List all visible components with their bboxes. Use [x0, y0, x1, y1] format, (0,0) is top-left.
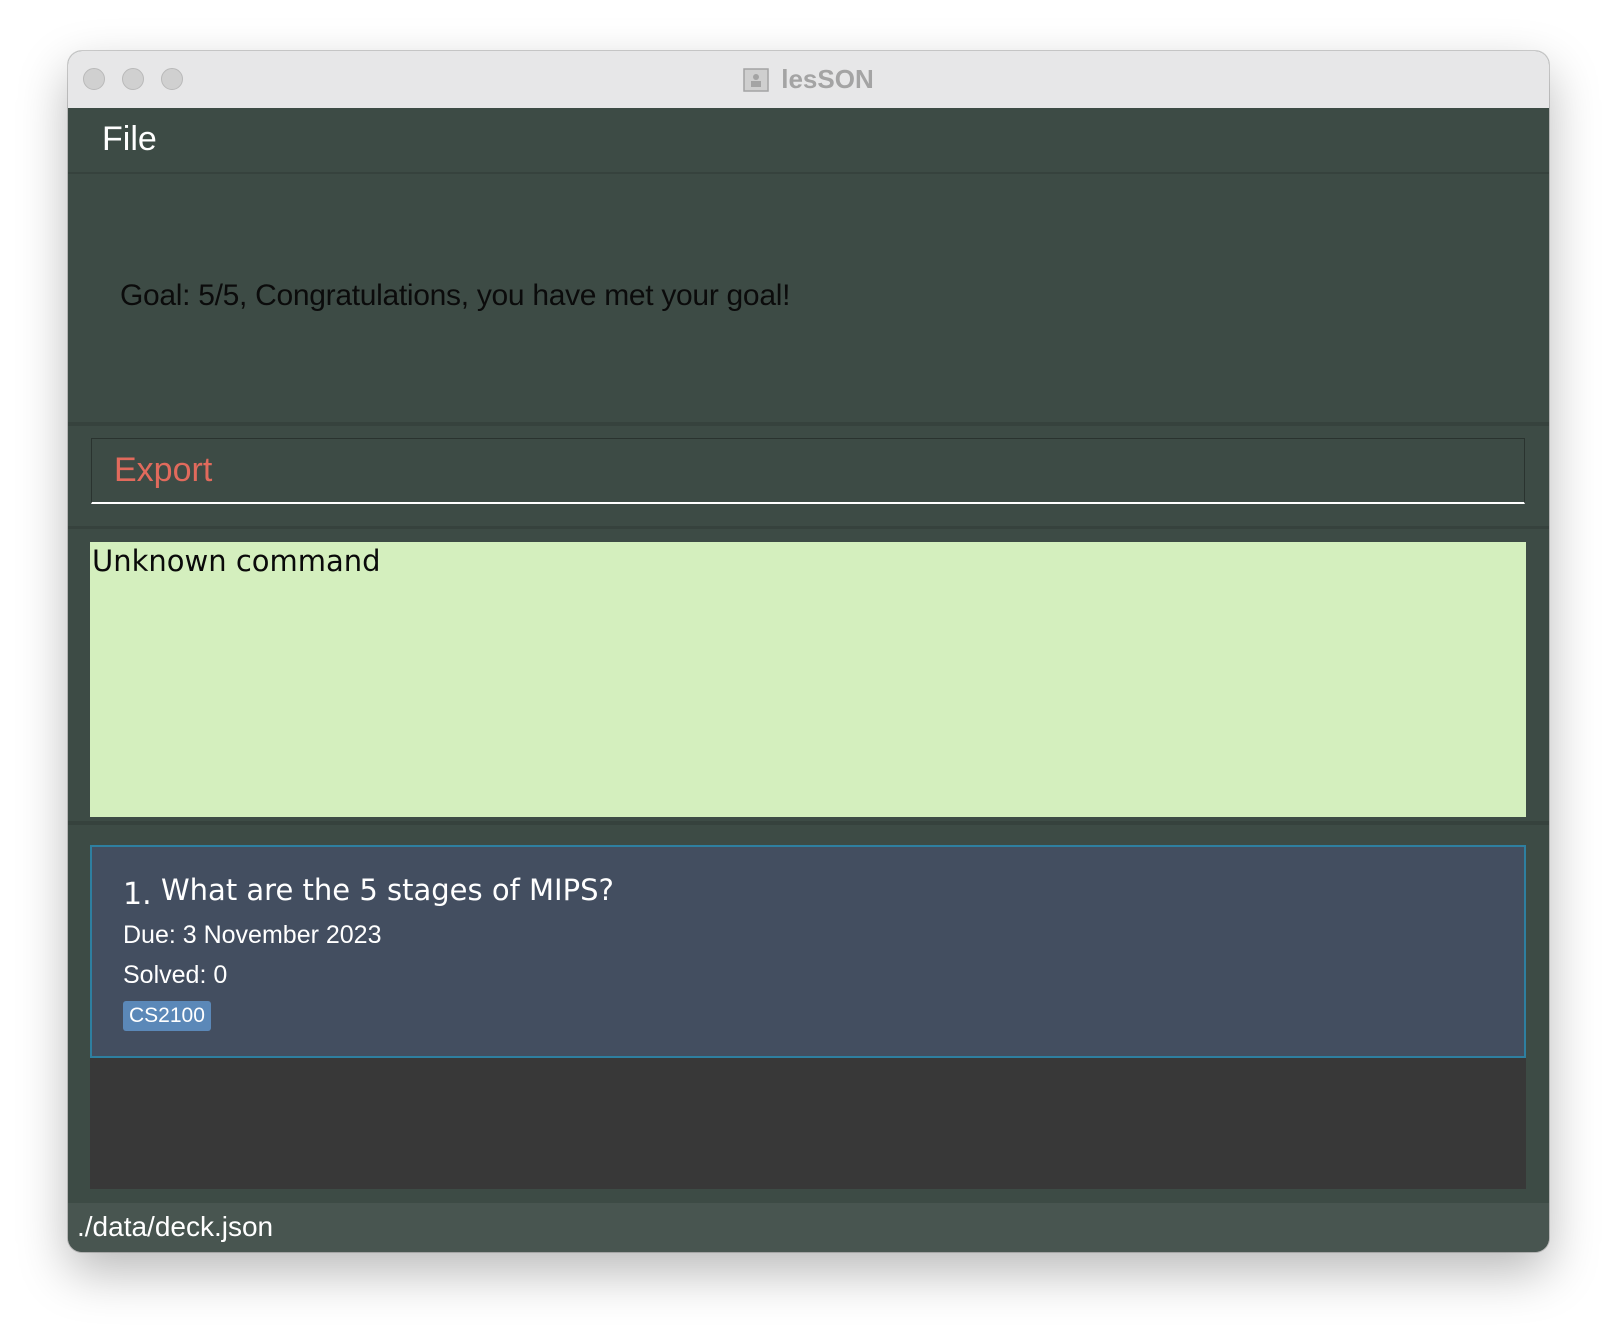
command-box	[91, 438, 1525, 504]
card-list[interactable]: 1. What are the 5 stages of MIPS? Due: 3…	[90, 845, 1526, 1189]
command-input[interactable]	[92, 439, 1524, 502]
card-question: What are the 5 stages of MIPS?	[161, 873, 614, 907]
card-solved-count: Solved: 0	[123, 961, 228, 989]
card-tag-badge: CS2100	[123, 1001, 211, 1031]
command-panel	[68, 426, 1549, 529]
card-index: 1.	[123, 877, 152, 912]
result-message: Unknown command	[92, 544, 381, 578]
title-bar: lesSON	[68, 51, 1549, 109]
card-due-date: Due: 3 November 2023	[123, 921, 382, 949]
goal-status-text: Goal: 5/5, Congratulations, you have met…	[120, 279, 791, 312]
app-document-icon	[743, 67, 769, 92]
menu-file[interactable]: File	[102, 120, 157, 159]
card-list-item[interactable]: 1. What are the 5 stages of MIPS? Due: 3…	[90, 845, 1526, 1058]
window-title-group: lesSON	[68, 51, 1549, 108]
result-panel: Unknown command	[68, 529, 1549, 825]
window-title: lesSON	[781, 64, 874, 94]
card-list-panel: 1. What are the 5 stages of MIPS? Due: 3…	[68, 825, 1549, 1203]
status-bar: ./data/deck.json	[68, 1203, 1549, 1252]
app-window: lesSON File Goal: 5/5, Congratulations, …	[68, 51, 1549, 1252]
data-file-path: ./data/deck.json	[77, 1211, 274, 1242]
menu-bar: File	[68, 108, 1549, 174]
goal-panel: Goal: 5/5, Congratulations, you have met…	[68, 174, 1549, 426]
result-display: Unknown command	[90, 542, 1526, 817]
